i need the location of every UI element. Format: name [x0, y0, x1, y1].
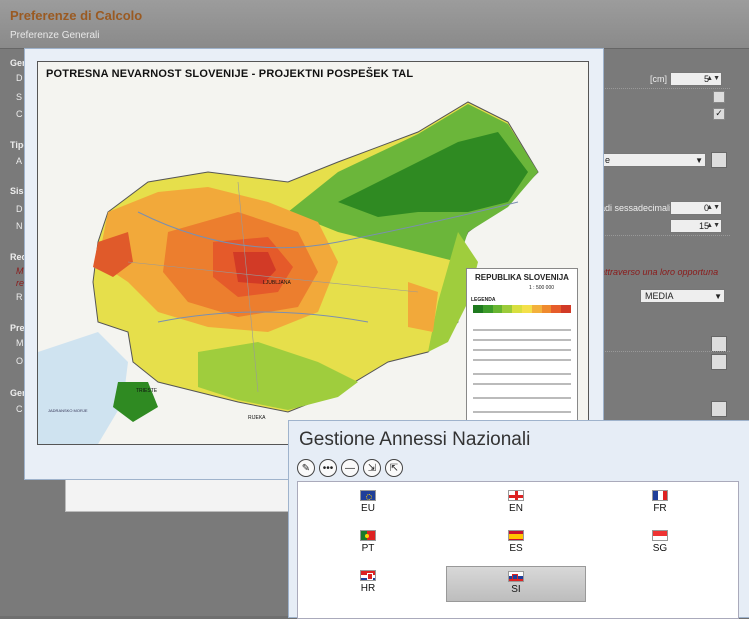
divider	[600, 234, 730, 236]
sessadecimali-label: adi sessadecimali]	[600, 203, 674, 213]
row-label: O	[16, 356, 24, 366]
annex-code-label: EU	[361, 503, 375, 514]
row-label: C	[16, 404, 23, 414]
annex-item-hr[interactable]: HR	[298, 566, 438, 602]
legend-color-bar	[473, 305, 571, 313]
checkbox-1[interactable]	[713, 91, 725, 103]
legend-text-line	[473, 397, 571, 399]
legend-text-line	[473, 339, 571, 341]
legend-swatch	[531, 305, 542, 313]
import-icon[interactable]: ⇱	[385, 459, 403, 477]
legend-text-line	[473, 349, 571, 351]
row-label: D	[16, 204, 23, 214]
export-icon[interactable]: ⇲	[363, 459, 381, 477]
note-left: M	[16, 266, 24, 276]
legend-label: LEGENDA	[471, 297, 496, 303]
hazard-map-image: LJUBLJANA TRIESTE RIJEKA JADRANSKO MORJE…	[37, 61, 589, 445]
window-title: Preferenze di Calcolo	[10, 8, 143, 23]
legend-swatch	[561, 305, 571, 313]
city-label: LJUBLJANA	[263, 280, 291, 286]
legend-swatch	[512, 305, 522, 313]
type-dropdown[interactable]: e ▼	[600, 153, 706, 167]
annex-item-fr[interactable]: FR	[590, 486, 730, 522]
italic-note: attraverso una loro opportuna	[600, 267, 719, 277]
annex-toolbar: ✎ ••• — ⇲ ⇱	[297, 459, 403, 477]
en-flag-icon	[508, 490, 524, 501]
spin-field-1[interactable]: 5 ▲▼	[670, 72, 722, 86]
city-label: JADRANSKO MORJE	[48, 408, 88, 413]
row-label: N	[16, 221, 23, 231]
sg-flag-icon	[652, 530, 668, 541]
legend-text-line	[473, 329, 571, 331]
annex-code-label: SG	[652, 543, 668, 554]
divider	[600, 350, 730, 352]
legend-text-line	[473, 383, 571, 385]
checkbox-2[interactable]: ✓	[713, 108, 725, 120]
annex-code-label: FR	[653, 503, 667, 514]
dialog-title: Gestione Annessi Nazionali	[299, 429, 531, 450]
media-dropdown[interactable]: MEDIA ▼	[640, 289, 725, 303]
legend-swatch	[502, 305, 513, 313]
legend-swatch	[521, 305, 532, 313]
annex-item-en[interactable]: EN	[446, 486, 586, 522]
annex-management-dialog: Gestione Annessi Nazionali ✎ ••• — ⇲ ⇱ EU EN F…	[288, 420, 749, 619]
legend-swatch	[541, 305, 552, 313]
annex-item-eu[interactable]: EU	[298, 486, 438, 522]
city-label: TRIESTE	[136, 388, 158, 394]
row-label: S	[16, 92, 23, 102]
fr-flag-icon	[652, 490, 668, 501]
row-label: D	[16, 73, 23, 83]
pt-flag-icon	[360, 530, 376, 541]
annex-list: EU EN FR PT ES SG HR SI	[297, 481, 739, 619]
annex-code-label: EN	[509, 503, 523, 514]
spin-field-3[interactable]: 15 ▲▼	[670, 219, 722, 233]
es-flag-icon	[508, 530, 524, 541]
si-flag-icon	[508, 571, 524, 582]
legend-scale: 1 : 500 000	[529, 285, 555, 291]
annex-item-sg[interactable]: SG	[590, 526, 730, 562]
edit-icon[interactable]: ✎	[297, 459, 315, 477]
remove-icon[interactable]: —	[341, 459, 359, 477]
annex-code-label: ES	[509, 543, 523, 554]
annex-code-label: SI	[511, 584, 521, 595]
spin-field-2[interactable]: 0 ▲▼	[670, 201, 722, 215]
map-title: POTRESNA NEVARNOST SLOVENIJE - PROJEKTNI…	[46, 68, 414, 80]
divider	[600, 87, 730, 89]
more-icon[interactable]: •••	[319, 459, 337, 477]
unit-label: [cm]	[650, 74, 667, 84]
legend-swatch	[473, 305, 483, 313]
annex-item-si[interactable]: SI	[446, 566, 586, 602]
legend-text-line	[473, 411, 571, 413]
edit-type-button[interactable]	[711, 152, 727, 168]
note-left-2: re	[16, 278, 25, 288]
legend-swatch	[551, 305, 562, 313]
annex-item-pt[interactable]: PT	[298, 526, 438, 562]
legend-country: REPUBLIKA SLOVENIJA	[475, 273, 569, 282]
city-label: RIJEKA	[248, 415, 266, 421]
map-preview-dialog: LJUBLJANA TRIESTE RIJEKA JADRANSKO MORJE…	[24, 48, 604, 480]
annex-code-label: HR	[360, 583, 376, 594]
section-label-pre: Pre	[10, 323, 25, 333]
row-label: R	[16, 292, 23, 302]
row-label: M	[16, 338, 24, 348]
annex-item-es[interactable]: ES	[446, 526, 586, 562]
legend-text-line	[473, 373, 571, 375]
eu-flag-icon	[360, 490, 376, 501]
title-bar: Preferenze di Calcolo Preferenze General…	[0, 0, 749, 49]
row-label: C	[16, 109, 23, 119]
legend-swatch	[492, 305, 503, 313]
tool-button-3[interactable]	[711, 401, 727, 417]
hr-flag-icon	[360, 570, 376, 581]
row-label: A	[16, 156, 23, 166]
legend-swatch	[482, 305, 493, 313]
annex-code-label: PT	[361, 543, 375, 554]
breadcrumb: Preferenze Generali	[10, 30, 100, 41]
tool-button-2[interactable]	[711, 354, 727, 370]
legend-text-line	[473, 359, 571, 361]
map-legend: REPUBLIKA SLOVENIJA 1 : 500 000 LEGENDA	[466, 268, 578, 430]
